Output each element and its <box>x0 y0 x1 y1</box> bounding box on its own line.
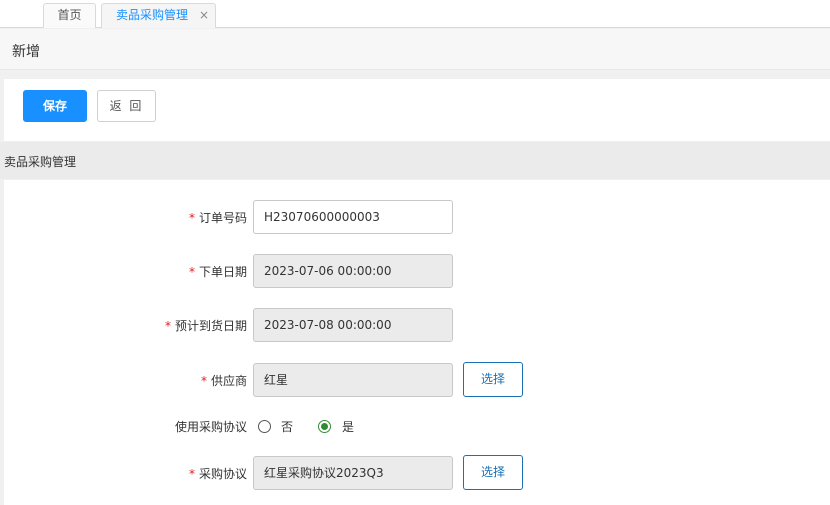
supplier-label: * 供应商 <box>200 374 247 388</box>
radio-yes-label: 是 <box>342 420 355 434</box>
required-mark: * <box>188 265 195 279</box>
tab-label: 卖品采购管理 <box>116 8 189 22</box>
agreement-field: 红星采购协议2023Q3 <box>253 456 453 490</box>
purchase-form: * 订单号码 H23070600000003 * 下单日期 2023-07-06 0… <box>4 180 830 505</box>
section-title: 卖品采购管理 <box>4 155 77 169</box>
select-supplier-button[interactable]: 选择 <box>463 362 523 397</box>
expected-date-field: 2023-07-08 00:00:00 <box>253 308 453 342</box>
required-mark: * <box>188 211 195 225</box>
back-button[interactable]: 返 回 <box>97 90 156 122</box>
required-mark: * <box>164 319 171 333</box>
agreement-label: * 采购协议 <box>188 467 247 481</box>
page-title: 新增 <box>12 44 40 60</box>
radio-yes[interactable] <box>318 420 331 433</box>
tab-bar: 首页 卖品采购管理 × <box>0 0 830 28</box>
page-header: 新增 <box>0 29 830 70</box>
order-no-label: * 订单号码 <box>188 211 247 225</box>
order-no-input[interactable]: H23070600000003 <box>253 200 453 234</box>
required-mark: * <box>188 467 195 481</box>
select-agreement-button[interactable]: 选择 <box>463 455 523 490</box>
save-button[interactable]: 保存 <box>23 90 87 122</box>
expected-date-label: * 预计到货日期 <box>164 319 247 333</box>
supplier-field: 红星 <box>253 363 453 397</box>
required-mark: * <box>200 374 207 388</box>
use-agreement-label: 使用采购协议 <box>174 420 247 434</box>
tab-home[interactable]: 首页 <box>43 3 96 28</box>
radio-no-label: 否 <box>281 420 294 434</box>
toolbar: 保存 返 回 <box>4 79 830 141</box>
close-icon[interactable]: × <box>199 4 209 27</box>
order-date-field: 2023-07-06 00:00:00 <box>253 254 453 288</box>
radio-no[interactable] <box>258 420 271 433</box>
order-date-label: * 下单日期 <box>188 265 247 279</box>
section-header: 卖品采购管理 <box>0 142 830 179</box>
tab-purchase-management[interactable]: 卖品采购管理 × <box>101 3 216 28</box>
